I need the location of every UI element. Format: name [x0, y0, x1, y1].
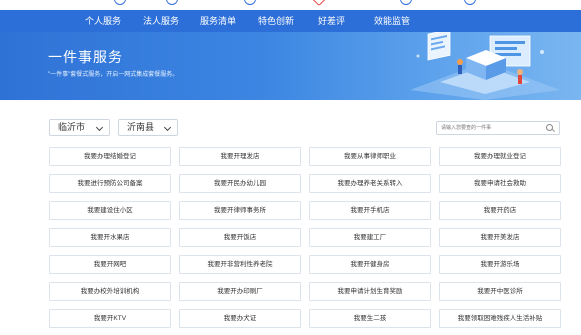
service-item[interactable]: 我要开律师事务所 [179, 201, 301, 220]
top-link-personal[interactable] [114, 0, 130, 7]
service-item[interactable]: 我要开KTV [49, 309, 171, 328]
service-item[interactable]: 我要进行预防公司备案 [49, 174, 171, 193]
top-link-review[interactable] [400, 0, 416, 7]
service-item[interactable]: 我要开饭店 [179, 228, 301, 247]
nav-item-legal[interactable]: 法人服务 [143, 10, 179, 32]
service-item[interactable]: 我要建设住小区 [49, 201, 171, 220]
service-item[interactable]: 我要开中医诊所 [439, 282, 561, 301]
service-item[interactable]: 我要开水果店 [49, 228, 171, 247]
top-link-supervise[interactable] [464, 0, 480, 7]
nav-item-review[interactable]: 好差评 [318, 10, 345, 32]
service-item[interactable]: 我要开理发店 [179, 147, 301, 166]
isometric-illustration [410, 32, 560, 100]
county-select-value: 沂南县 [127, 122, 155, 132]
top-link-list[interactable] [244, 0, 260, 7]
service-item[interactable]: 我要办理结婚登记 [49, 147, 171, 166]
search-icon[interactable] [546, 124, 553, 131]
county-select[interactable]: 沂南县 [118, 119, 178, 136]
service-item[interactable]: 我要办理就业登记 [439, 147, 561, 166]
main-nav: 个人服务 法人服务 服务清单 特色创新 好差评 效能监管 [0, 10, 581, 32]
nav-item-innovation[interactable]: 特色创新 [258, 10, 294, 32]
search-input[interactable] [441, 122, 541, 134]
nav-item-personal[interactable]: 个人服务 [85, 10, 121, 32]
banner-subtitle: "一件事"套餐式服务，开启一网式集成套餐服务。 [48, 72, 179, 78]
city-select[interactable]: 临沂市 [49, 119, 110, 136]
service-item[interactable]: 我要申请社会救助 [439, 174, 561, 193]
nav-item-supervision[interactable]: 效能监管 [374, 10, 410, 32]
service-item[interactable]: 我要生二孩 [309, 309, 431, 328]
city-select-value: 临沂市 [58, 122, 86, 132]
service-item[interactable]: 我要领取困难残疾人生活补贴 [439, 309, 561, 328]
top-link-special[interactable] [311, 0, 328, 7]
building-icon [166, 0, 178, 5]
chevron-down-icon [95, 123, 104, 132]
page: 个人服务 法人服务 服务清单 特色创新 好差评 效能监管 一件事服务 "一件事"… [0, 0, 581, 335]
service-item[interactable]: 我要办校外培训机构 [49, 282, 171, 301]
chevron-down-icon [163, 123, 172, 132]
nav-item-service-list[interactable]: 服务清单 [200, 10, 236, 32]
hero-banner: 一件事服务 "一件事"套餐式服务，开启一网式集成套餐服务。 [0, 32, 581, 100]
service-item[interactable]: 我要办犬证 [179, 309, 301, 328]
service-item[interactable]: 我要从事律师职业 [309, 147, 431, 166]
person-icon [114, 0, 126, 5]
service-item[interactable]: 我要申请计划生育奖励 [309, 282, 431, 301]
banner-title: 一件事服务 [48, 49, 123, 65]
service-item[interactable]: 我要开手机店 [309, 201, 431, 220]
service-item[interactable]: 我要开美发店 [439, 228, 561, 247]
eye-icon [464, 0, 476, 5]
service-item[interactable]: 我要建工厂 [309, 228, 431, 247]
service-item[interactable]: 我要开非营利性养老院 [179, 255, 301, 274]
service-item[interactable]: 我要开药店 [439, 201, 561, 220]
top-icon-strip [0, 0, 581, 10]
service-item[interactable]: 我要开游乐场 [439, 255, 561, 274]
service-item[interactable]: 我要开办印刷厂 [179, 282, 301, 301]
thumb-icon [400, 0, 412, 5]
search-box [436, 121, 560, 135]
service-item[interactable]: 我要开网吧 [49, 255, 171, 274]
service-item[interactable]: 我要开民办幼儿园 [179, 174, 301, 193]
service-item[interactable]: 我要开健身房 [309, 255, 431, 274]
service-item[interactable]: 我要办理养老关系转入 [309, 174, 431, 193]
top-link-legal[interactable] [166, 0, 182, 7]
list-icon [244, 0, 256, 5]
diamond-icon [311, 0, 327, 6]
